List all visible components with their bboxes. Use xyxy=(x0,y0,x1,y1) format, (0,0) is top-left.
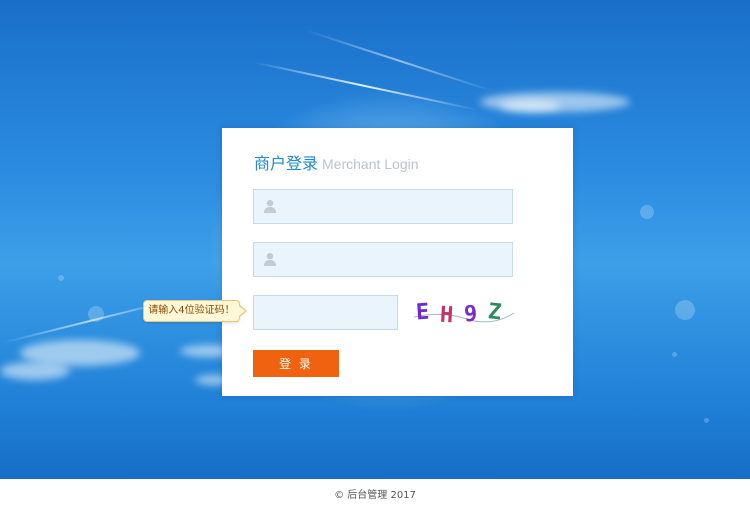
background-bokeh xyxy=(704,418,709,423)
footer-copyright: © 后台管理 2017 xyxy=(334,490,416,501)
password-field[interactable] xyxy=(253,242,513,277)
background-bokeh xyxy=(672,352,677,357)
login-title: 商户登录 Merchant Login xyxy=(254,150,419,174)
captcha-char: 9 xyxy=(463,302,478,328)
captcha-image[interactable]: E H 9 Z xyxy=(412,293,516,331)
captcha-char: Z xyxy=(487,299,503,325)
background-bokeh xyxy=(640,205,654,219)
background-cloud xyxy=(500,100,560,112)
background-streak xyxy=(304,29,496,93)
captcha-field[interactable] xyxy=(253,295,398,330)
username-field[interactable] xyxy=(253,189,513,224)
background-streak xyxy=(252,61,478,111)
login-button[interactable]: 登 录 xyxy=(253,350,339,377)
username-input[interactable] xyxy=(284,190,509,223)
captcha-tooltip: 请输入4位验证码！ xyxy=(143,300,240,322)
footer: © 后台管理 2017 xyxy=(0,479,750,522)
background-bokeh xyxy=(675,300,695,320)
background-bokeh xyxy=(88,306,104,322)
tooltip-arrow-inner xyxy=(239,306,245,316)
login-title-en: Merchant Login xyxy=(322,156,419,172)
login-panel: 商户登录 Merchant Login E H 9 Z 登 录 xyxy=(222,128,573,396)
login-title-cn: 商户登录 xyxy=(254,154,319,173)
captcha-input[interactable] xyxy=(254,296,397,329)
user-icon xyxy=(264,200,276,213)
captcha-char: E xyxy=(415,300,430,326)
captcha-char: H xyxy=(439,303,454,329)
background-cloud xyxy=(0,362,70,380)
background-bokeh xyxy=(58,275,64,281)
password-input[interactable] xyxy=(284,243,509,276)
user-icon xyxy=(264,253,276,266)
